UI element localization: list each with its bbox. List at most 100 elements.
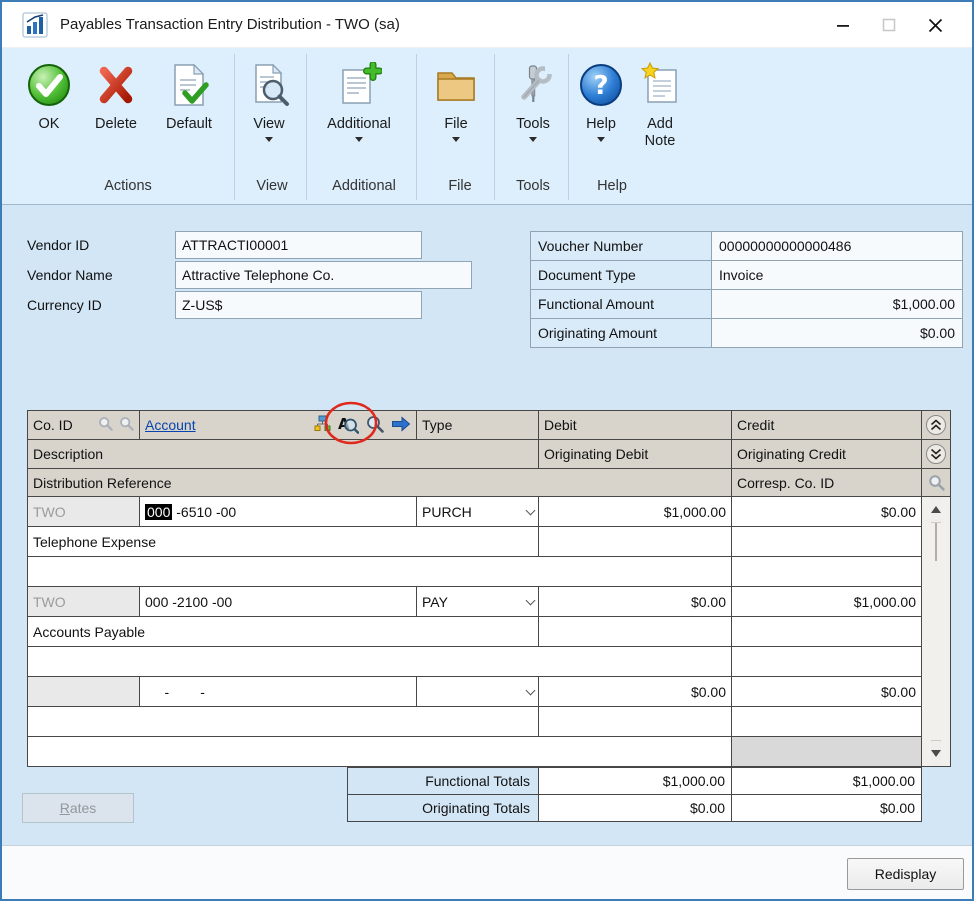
- redisplay-button[interactable]: Redisplay: [847, 858, 964, 890]
- row3-corresp-co-id: [732, 737, 921, 766]
- row2-account-field[interactable]: 000 -2100 -00: [140, 587, 416, 616]
- row3-distribution-reference[interactable]: [28, 737, 731, 766]
- header-type: Type: [417, 411, 538, 439]
- row1-orig-debit: [539, 527, 731, 556]
- payables-distribution-window: Payables Transaction Entry Distribution …: [0, 0, 974, 901]
- scroll-down-button[interactable]: [931, 740, 941, 766]
- additional-button[interactable]: Additional: [312, 56, 406, 176]
- row1-type-combo[interactable]: PURCH: [417, 497, 538, 526]
- chevron-down-icon: [925, 443, 947, 465]
- minimize-button[interactable]: [820, 2, 866, 48]
- view-dropdown-arrow-icon: [265, 137, 273, 142]
- header-corresp-co-id: Corresp. Co. ID: [732, 469, 921, 496]
- row2-co-id: TWO: [28, 587, 139, 616]
- row3-account-field[interactable]: - -: [140, 677, 416, 706]
- app-icon: [22, 12, 48, 38]
- row1-distribution-reference[interactable]: [28, 557, 731, 586]
- account-lookup-icon[interactable]: [365, 414, 385, 437]
- ok-button[interactable]: OK: [20, 56, 78, 176]
- additional-icon: [336, 56, 382, 114]
- originating-amount-label: Originating Amount: [531, 319, 711, 347]
- header-co-id: Co. ID: [28, 411, 139, 439]
- row3-description[interactable]: [28, 707, 538, 736]
- row2-orig-credit: [732, 617, 921, 646]
- file-dropdown-arrow-icon: [452, 137, 460, 142]
- originating-totals-debit: $0.00: [539, 795, 731, 821]
- group-label-view: View: [238, 178, 306, 198]
- row3-type-combo[interactable]: [417, 677, 538, 706]
- group-label-additional: Additional: [310, 178, 418, 198]
- collapse-rows-button[interactable]: [922, 411, 950, 439]
- toolbar-separator: [234, 54, 235, 200]
- distribution-grid: Co. ID Account: [27, 410, 951, 767]
- row3-orig-credit: [732, 707, 921, 736]
- group-label-actions: Actions: [22, 178, 234, 198]
- expand-rows-button[interactable]: [922, 440, 950, 468]
- maximize-button[interactable]: [866, 2, 912, 48]
- group-label-file: File: [422, 178, 498, 198]
- row1-debit[interactable]: $1,000.00: [539, 497, 731, 526]
- file-button[interactable]: File: [424, 56, 488, 176]
- file-label: File: [444, 116, 467, 133]
- row1-account-field[interactable]: 000 -6510 -00: [140, 497, 416, 526]
- view-button[interactable]: View: [240, 56, 298, 176]
- default-button[interactable]: Default: [152, 56, 226, 176]
- originating-totals-label: Originating Totals: [348, 795, 538, 821]
- row2-credit[interactable]: $1,000.00: [732, 587, 921, 616]
- co-id-lookup2-icon[interactable]: [119, 416, 134, 434]
- document-summary-table: Voucher Number 00000000000000486 Documen…: [530, 231, 963, 348]
- grid-vertical-scrollbar[interactable]: [922, 497, 950, 766]
- functional-totals-debit: $1,000.00: [539, 768, 731, 794]
- account-hierarchy-icon[interactable]: [314, 415, 331, 435]
- close-button[interactable]: [912, 2, 958, 48]
- add-note-icon: [637, 56, 683, 114]
- title-bar: Payables Transaction Entry Distribution …: [2, 2, 972, 48]
- account-link[interactable]: Account: [145, 417, 196, 433]
- row1-orig-credit: [732, 527, 921, 556]
- add-note-button[interactable]: Add Note: [630, 56, 690, 176]
- scroll-up-button[interactable]: [931, 497, 941, 523]
- row2-debit[interactable]: $0.00: [539, 587, 731, 616]
- delete-icon: [93, 56, 139, 114]
- additional-label: Additional: [327, 116, 391, 133]
- help-button[interactable]: ? Help: [574, 56, 628, 176]
- header-credit: Credit: [732, 411, 921, 439]
- row2-corresp-co-id: [732, 647, 921, 676]
- row2-type-combo[interactable]: PAY: [417, 587, 538, 616]
- delete-button[interactable]: Delete: [86, 56, 146, 176]
- view-icon: [246, 56, 292, 114]
- scroll-down-arrow-icon: [931, 750, 941, 757]
- functional-totals-credit: $1,000.00: [732, 768, 921, 794]
- combo-chevron-icon: [526, 505, 536, 515]
- row2-description[interactable]: Accounts Payable: [28, 617, 538, 646]
- row1-description[interactable]: Telephone Expense: [28, 527, 538, 556]
- row3-debit[interactable]: $0.00: [539, 677, 731, 706]
- help-icon: ?: [578, 56, 624, 114]
- header-debit: Debit: [539, 411, 731, 439]
- account-alpha-lookup-icon[interactable]: A: [337, 413, 359, 438]
- row2-distribution-reference[interactable]: [28, 647, 731, 676]
- header-account: Account A: [140, 411, 416, 439]
- window-title: Payables Transaction Entry Distribution …: [60, 16, 400, 33]
- header-distribution-reference: Distribution Reference: [28, 469, 731, 496]
- tools-button[interactable]: Tools: [500, 56, 566, 176]
- group-label-help: Help: [572, 178, 652, 198]
- combo-chevron-icon: [526, 685, 536, 695]
- file-icon: [433, 56, 479, 114]
- row1-credit[interactable]: $0.00: [732, 497, 921, 526]
- originating-amount-value: $0.00: [712, 319, 962, 347]
- functional-totals-label: Functional Totals: [348, 768, 538, 794]
- toolbar-separator: [306, 54, 307, 200]
- toolbar: OK Delete De: [2, 48, 972, 205]
- co-id-lookup-icon[interactable]: [98, 416, 113, 434]
- row3-credit[interactable]: $0.00: [732, 677, 921, 706]
- group-label-tools: Tools: [498, 178, 568, 198]
- account-goto-arrow-icon[interactable]: [391, 416, 411, 435]
- scrollbar-thumb[interactable]: [935, 523, 937, 561]
- voucher-number-label: Voucher Number: [531, 232, 711, 260]
- delete-label: Delete: [95, 116, 137, 133]
- add-note-label: Add Note: [639, 116, 681, 150]
- vendor-id-label: Vendor ID: [27, 231, 89, 259]
- corresp-lookup-icon[interactable]: [922, 469, 950, 496]
- additional-dropdown-arrow-icon: [355, 137, 363, 142]
